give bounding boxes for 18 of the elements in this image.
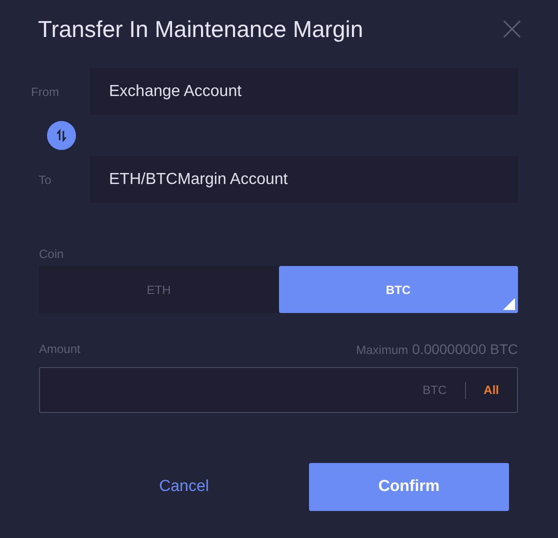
amount-field[interactable]: BTC All xyxy=(39,367,518,413)
maximum-value: 0.00000000 BTC xyxy=(412,340,518,358)
to-field[interactable]: ETH/BTCMargin Account xyxy=(90,156,518,203)
confirm-button[interactable]: Confirm xyxy=(309,463,509,511)
coin-option[interactable]: BTC xyxy=(278,266,518,313)
amount-label: Amount xyxy=(39,341,80,358)
to-label: To xyxy=(38,172,52,188)
close-icon[interactable] xyxy=(502,19,522,39)
maximum-label: Maximum xyxy=(356,342,408,358)
all-button[interactable]: All xyxy=(484,381,499,399)
cancel-button[interactable]: Cancel xyxy=(134,463,234,511)
coin-label: Coin xyxy=(39,246,64,262)
swap-icon[interactable] xyxy=(47,121,76,150)
from-field[interactable]: Exchange Account xyxy=(90,68,518,115)
corner-check-icon xyxy=(503,298,515,310)
unit-label: BTC xyxy=(422,382,447,399)
dialog-title: Transfer In Maintenance Margin xyxy=(38,14,364,44)
from-label: From xyxy=(30,84,60,100)
